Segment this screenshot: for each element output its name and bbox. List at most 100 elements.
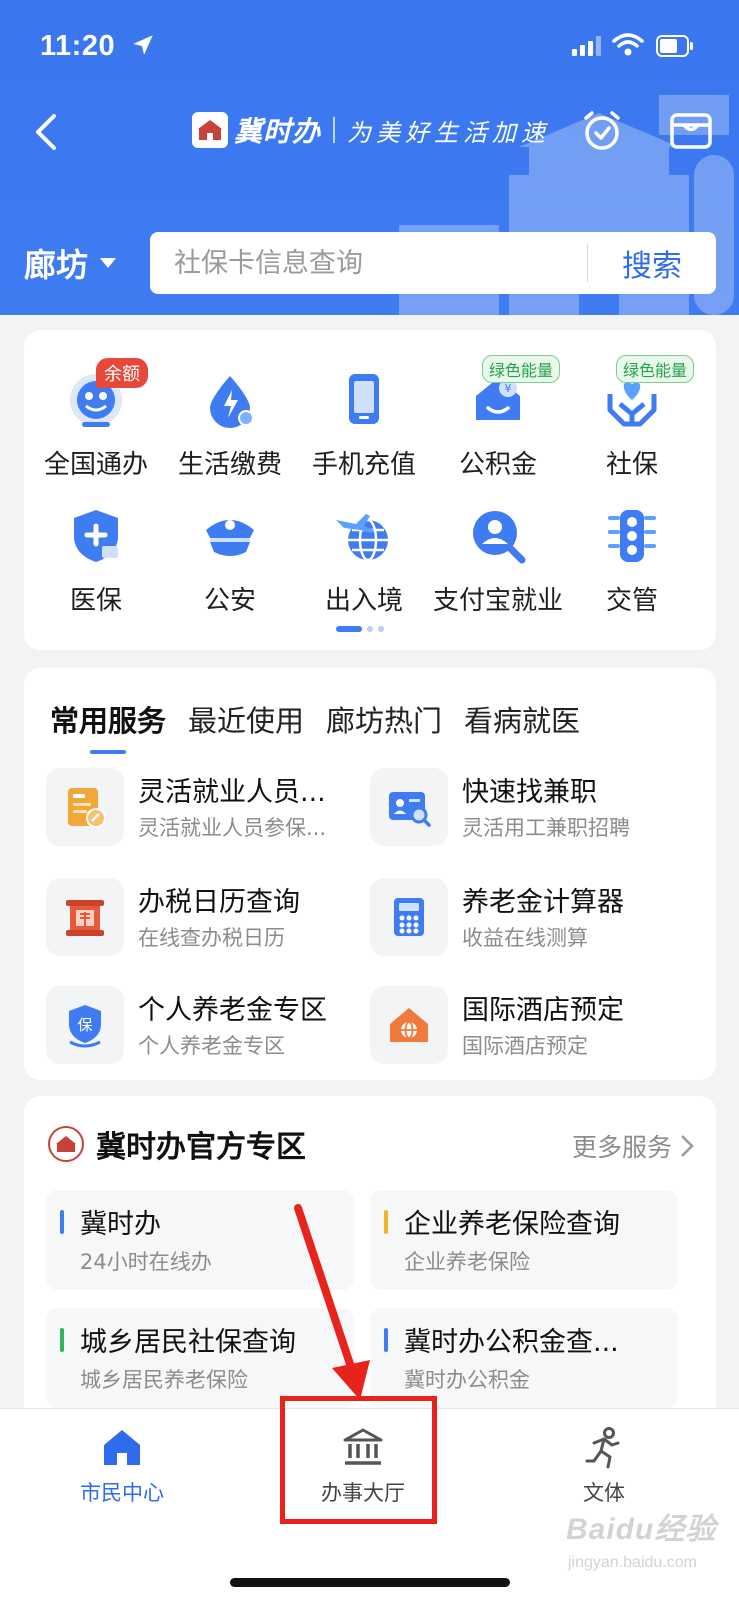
service-title: 办税日历查询 [138,887,300,918]
insurance-form-icon [46,768,124,846]
calculator-icon [370,878,448,956]
brand-divider [333,117,336,143]
search-input[interactable] [150,247,587,279]
status-time: 11:20 [40,30,116,62]
balance-badge: 余额 [96,358,148,388]
city-name: 廊坊 [24,246,89,284]
search-bar: 搜索 [150,232,716,294]
header: 11:20 冀时办 为美好生活加速 廊坊 社保卡信息查询 搜索 [0,0,739,315]
medical-shield-icon [74,510,118,562]
zone-item-title: 冀时办公积金查... [404,1327,619,1358]
water-drop-bolt-icon [210,376,254,428]
home-icon [104,1430,140,1465]
page-dot-active [336,626,362,632]
pension-shield-icon: 保 [46,986,124,1064]
grid-item-label: 手机充值 [311,450,416,480]
alarm-clock-icon[interactable] [580,108,624,152]
plane-globe-icon [336,514,388,562]
grid-item-label: 社保 [605,450,658,480]
service-subtitle: 灵活用工兼职招聘 [462,816,630,840]
service-title: 灵活就业人员... [138,777,326,808]
brand-seal-icon [48,1126,84,1162]
service-subtitle: 个人养老金专区 [138,1034,285,1058]
tabbar-label: 市民中心 [80,1481,164,1505]
traffic-light-icon [608,510,656,562]
service-title: 快速找兼职 [462,777,597,808]
search-button[interactable]: 搜索 [588,241,716,285]
service-hotel-booking[interactable]: 国际酒店预定 国际酒店预定 [370,986,690,1066]
service-title: 国际酒店预定 [462,995,624,1026]
service-title: 个人养老金专区 [138,995,327,1026]
service-personal-pension[interactable]: 保 个人养老金专区 个人养老金专区 [46,986,366,1066]
grid-item-national-service[interactable]: 余额 全国通办 [28,358,164,490]
grid-item-label: 出入境 [324,586,403,616]
watermark-url: jingyan.baidu.com [568,1554,697,1571]
grid-item-traffic-management[interactable]: 交管 [564,506,700,626]
grid-item-medical-insurance[interactable]: 医保 [28,506,164,626]
tabbar-citizen-center[interactable]: 市民中心 [42,1425,202,1525]
zone-item-subtitle: 企业养老保险 [404,1250,530,1274]
grid-item-phone-recharge[interactable]: 手机充值 [296,370,432,490]
job-search-icon [473,511,526,564]
red-arrow-annotation [294,1204,370,1400]
tab-recently-used[interactable]: 最近使用 [188,698,304,740]
caret-down-icon [100,258,117,268]
zone-accent-bar [60,1210,64,1234]
quick-services-grid: 余额 全国通办 生活缴费 手机充值 ¥ 绿色能量 公积金 绿色能量 社保 医保 … [24,330,716,650]
service-find-part-time[interactable]: 快速找兼职 灵活用工兼职招聘 [370,768,690,848]
service-tax-calendar[interactable]: 办税日历查询 在线查办税日历 [46,878,366,958]
brand-slogan: 为美好生活加速 [347,118,551,147]
status-bar: 11:20 [0,0,739,95]
services-card: 常用服务 最近使用 廊坊热门 看病就医 灵活就业人员... 灵活就业人员参保..… [24,668,716,1080]
page-dot [367,626,373,632]
more-services-label: 更多服务 [571,1133,672,1162]
card-wallet-icon[interactable] [668,108,714,152]
tax-calendar-icon [46,878,124,956]
grid-item-alipay-employment[interactable]: 支付宝就业 [430,506,566,626]
red-highlight-box [280,1396,437,1524]
zone-title: 冀时办官方专区 [96,1130,306,1165]
grid-item-entry-exit[interactable]: 出入境 [296,506,432,626]
brand-header: 冀时办 为美好生活加速 [192,110,550,150]
grid-item-label: 公积金 [458,450,537,480]
hotel-house-icon [370,986,448,1064]
grid-item-housing-fund[interactable]: ¥ 绿色能量 公积金 [430,355,566,490]
more-services-link[interactable]: 更多服务 [572,1128,694,1164]
grid-item-label: 支付宝就业 [432,586,563,616]
svg-text:保: 保 [77,1016,92,1034]
zone-header: 冀时办官方专区 [48,1122,306,1166]
grid-item-social-security[interactable]: 绿色能量 社保 [564,355,700,490]
tab-medical[interactable]: 看病就医 [464,698,580,740]
battery-icon [656,35,693,57]
service-title: 养老金计算器 [462,887,624,918]
cellular-signal-icon [572,36,601,56]
zone-item-housing-fund[interactable]: 冀时办公积金查... 冀时办公积金 [370,1308,678,1408]
tab-common-services[interactable]: 常用服务 [50,698,166,754]
police-cap-icon [206,520,254,556]
baidu-watermark: Baidu经验 jingyan.baidu.com [566,1500,736,1590]
home-indicator [230,1578,510,1587]
city-selector[interactable]: 廊坊 [24,240,117,286]
grid-item-utility-payment[interactable]: 生活缴费 [162,370,298,490]
service-subtitle: 收益在线测算 [462,926,588,950]
phone-icon [349,374,379,424]
zone-item-title: 企业养老保险查询 [404,1209,620,1240]
zone-item-subtitle: 冀时办公积金 [404,1368,530,1392]
grid-item-label: 全国通办 [43,450,148,480]
grid-item-public-security[interactable]: 公安 [162,506,298,626]
page-dot [378,626,384,632]
tab-langfang-popular[interactable]: 廊坊热门 [326,698,442,740]
location-arrow-icon [133,35,153,55]
grid-item-label: 交管 [605,586,658,616]
svg-text:¥: ¥ [505,382,512,395]
grid-item-label: 公安 [203,586,256,616]
service-pension-calculator[interactable]: 养老金计算器 收益在线测算 [370,878,690,958]
wifi-icon [612,33,644,56]
zone-accent-bar [60,1328,64,1352]
grid-item-label: 医保 [69,586,122,616]
service-flexible-employment[interactable]: 灵活就业人员... 灵活就业人员参保... [46,768,366,848]
green-energy-badge: 绿色能量 [482,355,561,383]
back-icon[interactable] [28,110,68,154]
running-person-icon [585,1427,620,1469]
zone-item-enterprise-pension[interactable]: 企业养老保险查询 企业养老保险 [370,1190,678,1290]
